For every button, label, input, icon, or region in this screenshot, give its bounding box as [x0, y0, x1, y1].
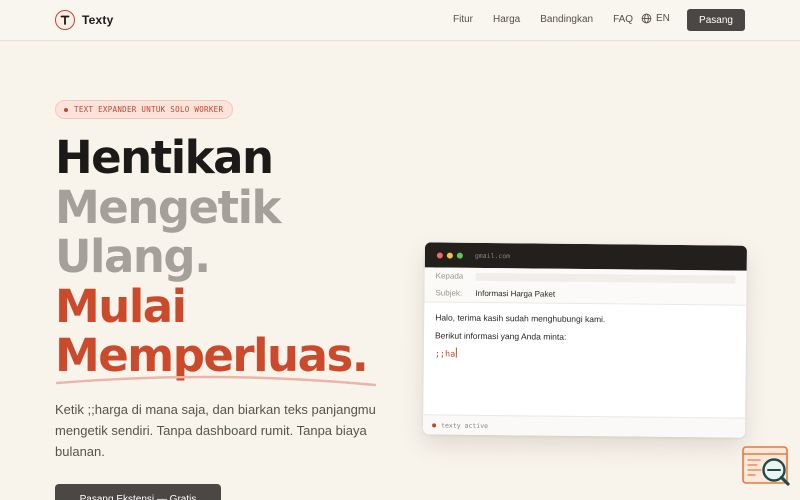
text-caret [456, 347, 458, 358]
nav-link-fitur[interactable]: Fitur [453, 14, 473, 25]
email-mockup: gmail.com Kepada Subjek: Informasi Harga… [423, 242, 747, 438]
language-switcher[interactable]: EN [641, 13, 670, 24]
status-dot-icon [432, 422, 437, 427]
hero-subtitle: Ketik ;;harga di mana saja, dan biarkan … [55, 402, 376, 459]
headline-line-3: Ulang. [55, 230, 211, 283]
nav-link-faq[interactable]: FAQ [613, 14, 633, 25]
maximize-dot-icon [456, 252, 463, 259]
nav-link-harga[interactable]: Harga [493, 14, 520, 25]
to-label: Kepada [435, 271, 464, 281]
email-body: Halo, terima kasih sudah menghubungi kam… [424, 302, 747, 378]
headline-line-1: Hentikan [55, 131, 274, 184]
subject-label: Subjek: [435, 288, 463, 298]
badge-label: TEXT EXPANDER UNTUK SOLO WORKER [74, 105, 224, 114]
minimize-dot-icon [446, 252, 453, 259]
brand-name: Texty [82, 13, 114, 27]
to-placeholder [475, 272, 736, 284]
mockup-url: gmail.com [474, 251, 511, 260]
mockup-titlebar: gmail.com [424, 242, 747, 271]
headline-line-4: Mulai [55, 279, 187, 333]
hero-headline: Hentikan Mengetik Ulang. Mulai Memperlua… [55, 131, 369, 381]
close-dot-icon [436, 251, 443, 259]
globe-icon [641, 13, 652, 24]
help-widget-icon[interactable] [741, 445, 791, 489]
top-navigation: Texty Fitur Harga Bandingkan FAQ EN Pasa… [0, 0, 800, 41]
status-label: texty active [441, 420, 489, 430]
nav-link-bandingkan[interactable]: Bandingkan [540, 14, 593, 25]
email-body-line-2: Berikut informasi yang Anda minta: [434, 330, 567, 342]
language-label: EN [656, 13, 670, 24]
install-extension-button[interactable]: Pasang Ekstensi — Gratis [55, 484, 221, 500]
subject-value: Informasi Harga Paket [475, 288, 556, 299]
logo-mark-icon [55, 10, 75, 30]
badge-dot-icon [64, 107, 68, 112]
mockup-status-bar: texty active [423, 414, 746, 438]
brand-logo[interactable]: Texty [55, 10, 113, 30]
email-body-line-1: Halo, terima kasih sudah menghubungi kam… [435, 312, 606, 325]
headline-underline [55, 375, 377, 387]
install-button[interactable]: Pasang [687, 9, 745, 31]
headline-line-2: Mengetik [55, 180, 281, 234]
snippet-trigger: ;;ha [434, 349, 456, 360]
hero-badge: TEXT EXPANDER UNTUK SOLO WORKER [55, 100, 234, 119]
nav-links: Fitur Harga Bandingkan FAQ [453, 14, 653, 25]
